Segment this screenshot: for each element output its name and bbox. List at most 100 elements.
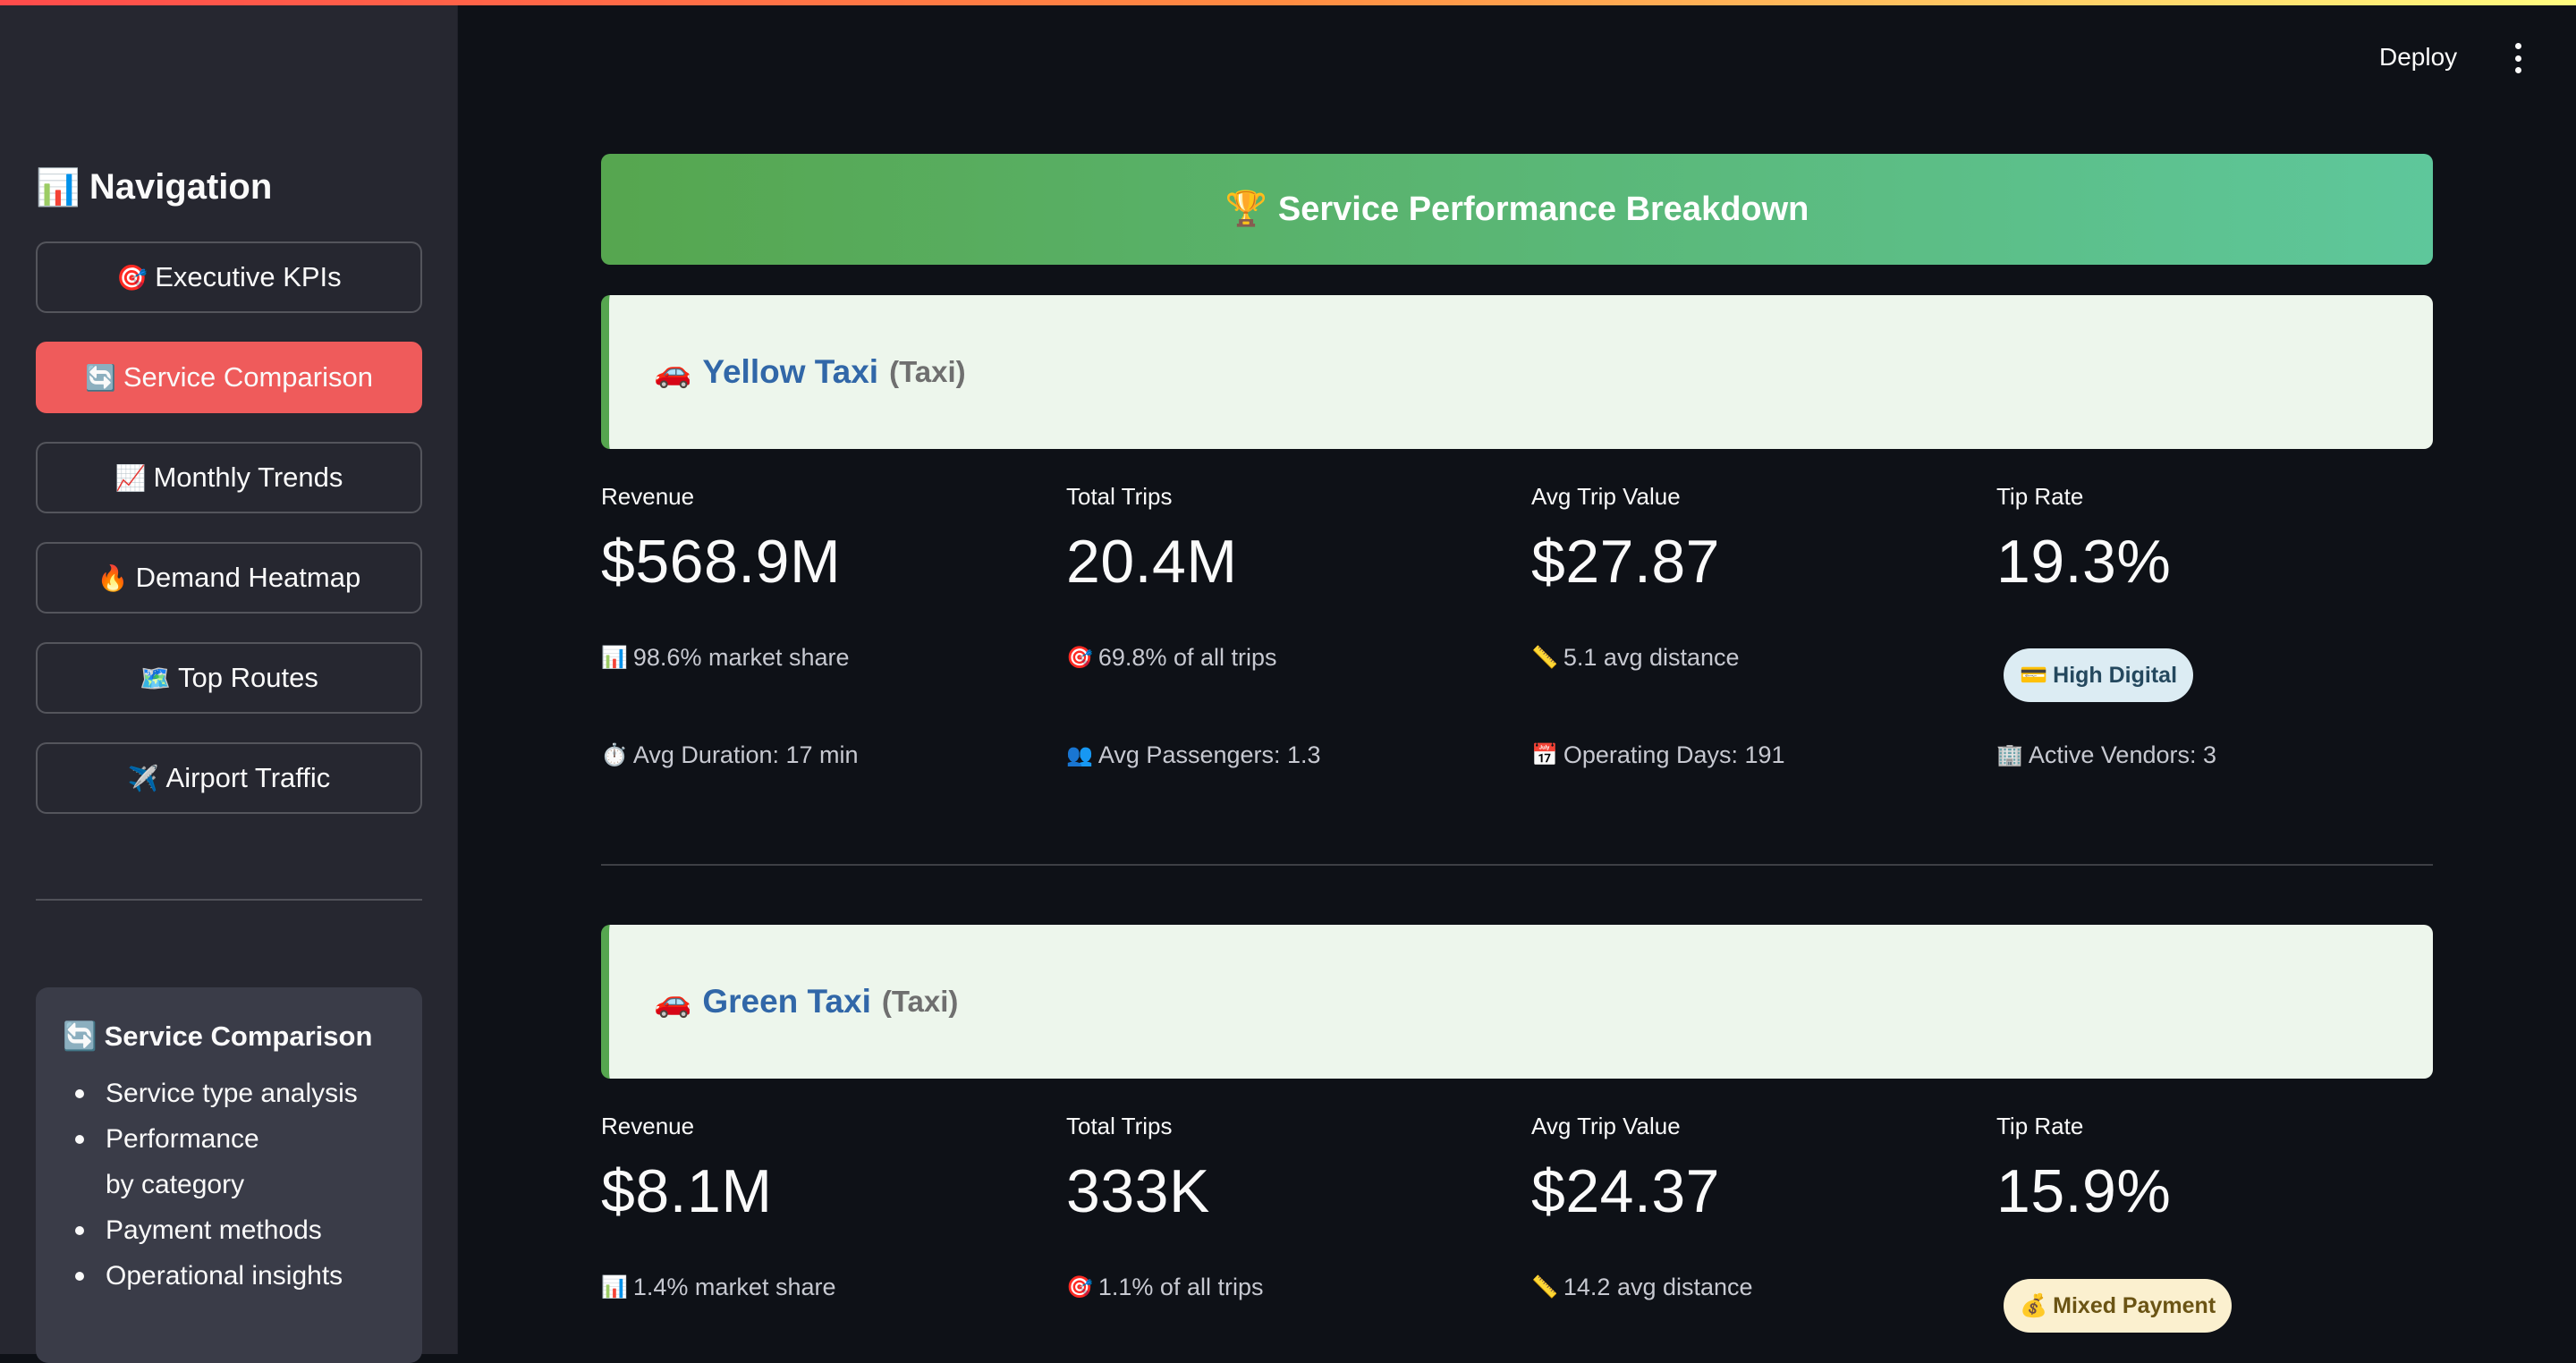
page-info-box: 🔄 Service Comparison Service type analys… bbox=[36, 987, 422, 1363]
nav-button-demand-heatmap[interactable]: 🔥 Demand Heatmap bbox=[36, 542, 422, 614]
info-box-title: 🔄 Service Comparison bbox=[63, 1020, 395, 1053]
metric-value: 15.9% bbox=[1996, 1157, 2172, 1225]
refresh-icon: 🔄 bbox=[85, 363, 116, 392]
list-item: Operational insights bbox=[63, 1253, 395, 1299]
list-item: Performance by category bbox=[63, 1116, 268, 1207]
market-share-text: 98.6% market share bbox=[632, 644, 850, 671]
navigation-heading: 📊 Navigation bbox=[36, 166, 272, 208]
ruler-icon: 📏 bbox=[1531, 1275, 1558, 1300]
metric-value: 19.3% bbox=[1996, 528, 2172, 596]
nav-button-service-comparison[interactable]: 🔄 Service Comparison bbox=[36, 342, 422, 413]
stopwatch-icon: ⏱️ bbox=[601, 743, 628, 767]
service-card-green-taxi: 🚗 Green Taxi (Taxi) bbox=[601, 925, 2433, 1079]
target-icon: 🎯 bbox=[116, 263, 148, 292]
kebab-menu-icon[interactable] bbox=[2504, 43, 2531, 73]
metric-value: $27.87 bbox=[1531, 528, 1720, 596]
avg-distance-text: 5.1 avg distance bbox=[1563, 644, 1740, 671]
payment-badge: 💰 Mixed Payment bbox=[2004, 1279, 2233, 1333]
metric-value: $24.37 bbox=[1531, 1157, 1720, 1225]
trip-share-note: 🎯 69.8% of all trips bbox=[1066, 644, 1277, 672]
info-title-text: Service Comparison bbox=[104, 1020, 373, 1052]
nav-button-label: Top Routes bbox=[178, 662, 318, 693]
metric-value: 333K bbox=[1066, 1157, 1210, 1225]
building-icon: 🏢 bbox=[1996, 743, 2023, 767]
market-share-text: 1.4% market share bbox=[632, 1274, 836, 1300]
bar-chart-icon: 📊 bbox=[601, 646, 628, 670]
credit-card-icon: 💳 bbox=[2020, 662, 2048, 688]
metric-total-trips: Total Trips 333K bbox=[1066, 1113, 1496, 1226]
money-bag-icon: 💰 bbox=[2020, 1292, 2048, 1318]
metric-avg-trip-value: Avg Trip Value $27.87 bbox=[1531, 483, 1961, 597]
metric-label: Avg Trip Value bbox=[1531, 483, 1681, 510]
app-loading-bar bbox=[0, 0, 2576, 5]
nav-button-monthly-trends[interactable]: 📈 Monthly Trends bbox=[36, 442, 422, 513]
metric-label: Total Trips bbox=[1066, 483, 1173, 510]
nav-button-label: Airport Traffic bbox=[165, 762, 331, 793]
metric-avg-trip-value: Avg Trip Value $24.37 bbox=[1531, 1113, 1961, 1226]
metric-revenue: Revenue $568.9M bbox=[601, 483, 1030, 597]
nav-button-airport-traffic[interactable]: ✈️ Airport Traffic bbox=[36, 742, 422, 814]
active-vendors-text: Active Vendors: 3 bbox=[2028, 741, 2217, 768]
service-type: (Taxi) bbox=[881, 985, 959, 1018]
car-icon: 🚗 bbox=[654, 355, 692, 389]
bar-chart-icon: 📊 bbox=[36, 168, 80, 207]
nav-button-label: Monthly Trends bbox=[153, 461, 343, 493]
metric-label: Revenue bbox=[601, 483, 695, 510]
airplane-icon: ✈️ bbox=[127, 764, 159, 792]
service-name: Green Taxi bbox=[702, 983, 871, 1020]
avg-duration-note: ⏱️ Avg Duration: 17 min bbox=[601, 741, 859, 769]
trip-share-note: 🎯 1.1% of all trips bbox=[1066, 1274, 1263, 1301]
deploy-button[interactable]: Deploy bbox=[2379, 39, 2457, 75]
sidebar: 📊 Navigation 🎯 Executive KPIs 🔄 Service … bbox=[0, 0, 458, 1363]
list-item: Service type analysis bbox=[63, 1071, 395, 1116]
service-name: Yellow Taxi bbox=[702, 353, 879, 390]
badge-label: Mixed Payment bbox=[2053, 1292, 2216, 1318]
metric-label: Revenue bbox=[601, 1113, 695, 1139]
fire-icon: 🔥 bbox=[97, 563, 129, 592]
car-icon: 🚗 bbox=[654, 985, 692, 1019]
banner-title: Service Performance Breakdown bbox=[1277, 190, 1809, 228]
target-icon: 🎯 bbox=[1066, 646, 1093, 670]
target-icon: 🎯 bbox=[1066, 1275, 1093, 1300]
metric-total-trips: Total Trips 20.4M bbox=[1066, 483, 1496, 597]
service-type: (Taxi) bbox=[889, 355, 966, 388]
nav-button-label: Demand Heatmap bbox=[135, 562, 361, 593]
section-banner: 🏆 Service Performance Breakdown bbox=[601, 154, 2433, 265]
trip-share-text: 1.1% of all trips bbox=[1097, 1274, 1264, 1300]
avg-passengers-note: 👥 Avg Passengers: 1.3 bbox=[1066, 741, 1321, 769]
trend-chart-icon: 📈 bbox=[114, 463, 147, 492]
metric-tip-rate: Tip Rate 19.3% bbox=[1996, 483, 2426, 597]
metric-label: Avg Trip Value bbox=[1531, 1113, 1681, 1139]
trip-share-text: 69.8% of all trips bbox=[1097, 644, 1277, 671]
metric-label: Tip Rate bbox=[1996, 483, 2084, 510]
service-card-yellow-taxi: 🚗 Yellow Taxi (Taxi) bbox=[601, 295, 2433, 449]
metric-revenue: Revenue $8.1M bbox=[601, 1113, 1030, 1226]
avg-distance-note: 📏 5.1 avg distance bbox=[1531, 644, 1740, 672]
metric-label: Total Trips bbox=[1066, 1113, 1173, 1139]
operating-days-note: 📅 Operating Days: 191 bbox=[1531, 741, 1785, 769]
nav-button-top-routes[interactable]: 🗺️ Top Routes bbox=[36, 642, 422, 714]
metric-value: 20.4M bbox=[1066, 528, 1238, 596]
trophy-icon: 🏆 bbox=[1224, 190, 1267, 228]
info-bullet-list: Service type analysis Performance by cat… bbox=[63, 1071, 395, 1299]
nav-button-executive-kpis[interactable]: 🎯 Executive KPIs bbox=[36, 241, 422, 313]
operating-days-text: Operating Days: 191 bbox=[1563, 741, 1785, 768]
metric-tip-rate: Tip Rate 15.9% bbox=[1996, 1113, 2426, 1226]
market-share-note: 📊 1.4% market share bbox=[601, 1274, 836, 1301]
refresh-icon: 🔄 bbox=[63, 1020, 97, 1052]
avg-passengers-text: Avg Passengers: 1.3 bbox=[1097, 741, 1321, 768]
sidebar-divider bbox=[36, 899, 422, 901]
metric-value: $568.9M bbox=[601, 528, 842, 596]
metric-value: $8.1M bbox=[601, 1157, 773, 1225]
market-share-note: 📊 98.6% market share bbox=[601, 644, 850, 672]
calendar-icon: 📅 bbox=[1531, 743, 1558, 767]
badge-label: High Digital bbox=[2053, 662, 2178, 688]
avg-distance-note: 📏 14.2 avg distance bbox=[1531, 1274, 1753, 1301]
section-divider bbox=[601, 864, 2433, 866]
nav-button-label: Executive KPIs bbox=[155, 261, 342, 292]
nav-button-label: Service Comparison bbox=[123, 361, 373, 393]
ruler-icon: 📏 bbox=[1531, 646, 1558, 670]
bar-chart-icon: 📊 bbox=[601, 1275, 628, 1300]
avg-distance-text: 14.2 avg distance bbox=[1563, 1274, 1753, 1300]
metric-label: Tip Rate bbox=[1996, 1113, 2084, 1139]
